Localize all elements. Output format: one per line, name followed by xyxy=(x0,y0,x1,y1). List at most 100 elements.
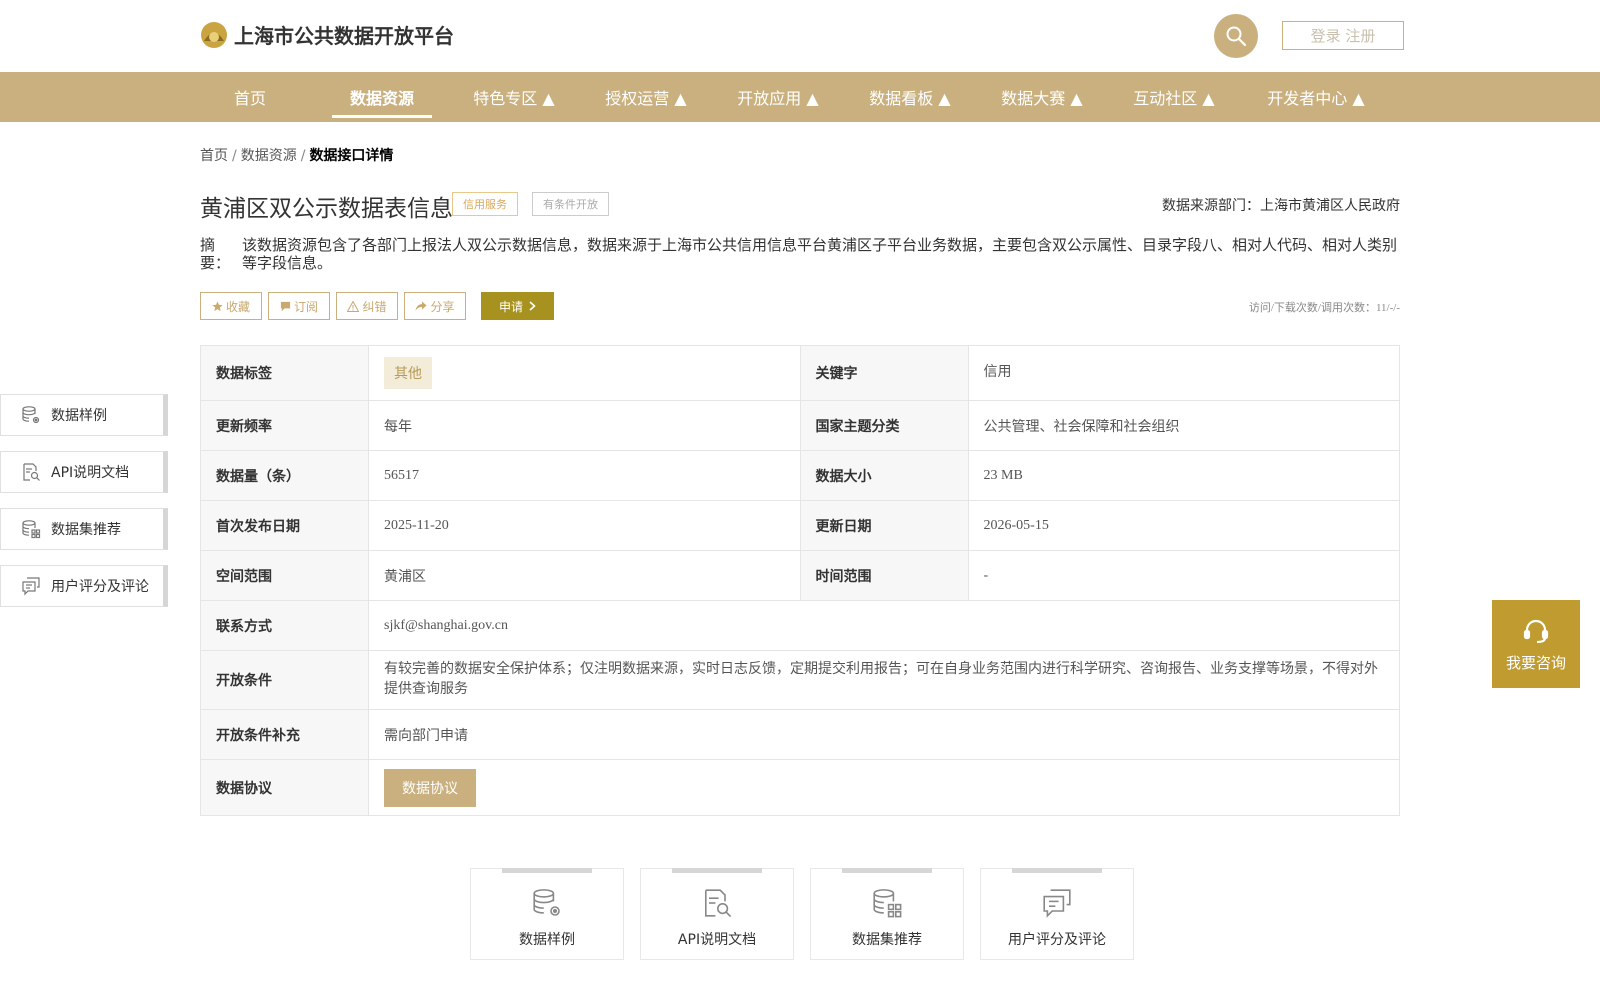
card-label: 数据样例 xyxy=(519,932,575,948)
share-button[interactable]: 分享 xyxy=(404,292,466,320)
count-label: 数据量（条） xyxy=(201,451,369,500)
side-nav-dataset-recommend[interactable]: 数据集推荐 xyxy=(0,508,168,550)
login-register-button[interactable]: 登录 注册 xyxy=(1282,21,1404,50)
first-publish-label: 首次发布日期 xyxy=(201,501,369,550)
share-icon xyxy=(415,301,427,311)
keyword-value: 信用 xyxy=(969,346,1400,400)
star-icon xyxy=(212,300,223,311)
consult-label: 我要咨询 xyxy=(1505,653,1566,672)
apply-label: 申请 xyxy=(498,299,523,314)
breadcrumb-resource[interactable]: 数据资源 xyxy=(241,148,297,164)
subscribe-label: 订阅 xyxy=(293,299,318,314)
national-theme-value: 公共管理、社会保障和社会组织 xyxy=(969,401,1400,450)
table-row: 数据量（条） 56517 数据大小 23 MB xyxy=(201,451,1400,501)
side-nav-rating-comments[interactable]: 用户评分及评论 xyxy=(0,565,168,607)
time-range-value: - xyxy=(969,551,1400,600)
side-nav-api-docs[interactable]: API说明文档 xyxy=(0,451,168,493)
breadcrumb-separator: / xyxy=(300,148,306,164)
contact-label: 联系方式 xyxy=(201,601,369,650)
nav-item-open-apps[interactable]: 开放应用 ▲ xyxy=(726,72,830,122)
keyword-label: 关键字 xyxy=(800,346,969,400)
logo-emblem-icon xyxy=(201,21,227,48)
card-top-bar xyxy=(502,868,592,873)
nav-item-special-zone[interactable]: 特色专区 ▲ xyxy=(462,72,566,122)
agreement-cell: 数据协议 xyxy=(369,760,1400,815)
card-dataset-recommend[interactable]: 数据集推荐 xyxy=(810,868,964,960)
table-row: 数据标签 其他 关键字 信用 xyxy=(201,346,1400,401)
subscribe-button[interactable]: 订阅 xyxy=(268,292,330,320)
card-rating-comments[interactable]: 用户评分及评论 xyxy=(980,868,1134,960)
table-row: 更新频率 每年 国家主题分类 公共管理、社会保障和社会组织 xyxy=(201,401,1400,451)
contact-value[interactable]: sjkf@shanghai.gov.cn xyxy=(369,601,1400,650)
nav-item-authorized-operation[interactable]: 授权运营 ▲ xyxy=(594,72,698,122)
top-header: 上海市公共数据开放平台 登录 注册 xyxy=(0,0,1600,72)
nav-item-home[interactable]: 首页 xyxy=(200,72,300,122)
card-top-bar xyxy=(672,868,762,873)
table-row: 首次发布日期 2025-11-20 更新日期 2026-05-15 xyxy=(201,501,1400,551)
side-nav-label: 数据样例 xyxy=(51,408,107,424)
flag-icon xyxy=(280,301,291,311)
time-range-label: 时间范围 xyxy=(800,551,969,600)
comment-icon xyxy=(1043,889,1071,918)
spatial-label: 空间范围 xyxy=(201,551,369,600)
info-table: 数据标签 其他 关键字 信用 更新频率 每年 国家主题分类 公共管理、社会保障和… xyxy=(200,345,1400,816)
first-publish-value: 2025-11-20 xyxy=(369,501,801,550)
database-grid-icon xyxy=(873,889,902,918)
card-top-bar xyxy=(1012,868,1102,873)
warning-icon xyxy=(347,300,360,312)
site-logo[interactable]: 上海市公共数据开放平台 xyxy=(200,20,454,49)
open-condition-value: 有较完善的数据安全保护体系；仅注明数据来源，实时日志反馈，定期提交利用报告；可在… xyxy=(369,651,1400,709)
consult-button[interactable]: 我要咨询 xyxy=(1492,600,1580,688)
update-date-value: 2026-05-15 xyxy=(969,501,1400,550)
search-button[interactable] xyxy=(1214,14,1258,58)
card-label: 用户评分及评论 xyxy=(1008,932,1106,948)
card-api-docs[interactable]: API说明文档 xyxy=(640,868,794,960)
nav-item-data-resources[interactable]: 数据资源 xyxy=(332,72,432,122)
nav-item-data-dashboard[interactable]: 数据看板 ▲ xyxy=(858,72,962,122)
count-value: 56517 xyxy=(369,451,801,500)
frequency-label: 更新频率 xyxy=(201,401,369,450)
side-nav-data-sample[interactable]: 数据样例 xyxy=(0,394,168,436)
favorite-label: 收藏 xyxy=(225,299,250,314)
national-theme-label: 国家主题分类 xyxy=(800,401,969,450)
nav-item-developer-center[interactable]: 开发者中心 ▲ xyxy=(1256,72,1376,122)
abstract: 摘 要： 该数据资源包含了各部门上报法人双公示数据信息，数据来源于上海市公共信用… xyxy=(200,236,1400,272)
data-tag-label: 数据标签 xyxy=(201,346,369,400)
side-nav-label: 数据集推荐 xyxy=(51,522,121,538)
nav-item-community[interactable]: 互动社区 ▲ xyxy=(1122,72,1226,122)
table-row: 开放条件 有较完善的数据安全保护体系；仅注明数据来源，实时日志反馈，定期提交利用… xyxy=(201,651,1400,710)
search-icon xyxy=(1226,26,1247,47)
size-label: 数据大小 xyxy=(800,451,969,500)
card-label: 数据集推荐 xyxy=(852,932,922,948)
table-row: 空间范围 黄浦区 时间范围 - xyxy=(201,551,1400,601)
data-tag-pill[interactable]: 其他 xyxy=(384,357,432,389)
open-condition-label: 开放条件 xyxy=(201,651,369,709)
open-condition-extra-label: 开放条件补充 xyxy=(201,710,369,759)
card-data-sample[interactable]: 数据样例 xyxy=(470,868,624,960)
database-gear-icon xyxy=(533,889,560,916)
breadcrumb: 首页 / 数据资源 / 数据接口详情 xyxy=(200,145,393,165)
database-gear-icon xyxy=(22,406,40,424)
tag-credit-service: 信用服务 xyxy=(452,192,518,216)
tag-conditional-open: 有条件开放 xyxy=(532,192,609,216)
apply-button[interactable]: 申请 xyxy=(481,292,554,320)
main-nav: 首页 数据资源 特色专区 ▲ 授权运营 ▲ 开放应用 ▲ 数据看板 ▲ 数据大赛… xyxy=(0,72,1600,122)
report-error-label: 纠错 xyxy=(362,299,387,314)
size-value: 23 MB xyxy=(969,451,1400,500)
breadcrumb-current: 数据接口详情 xyxy=(309,148,394,164)
breadcrumb-separator: / xyxy=(232,148,237,164)
open-condition-extra-value: 需向部门申请 xyxy=(369,710,1400,759)
data-tag-cell: 其他 xyxy=(369,346,801,400)
data-agreement-button[interactable]: 数据协议 xyxy=(384,768,476,807)
document-search-icon xyxy=(705,889,732,918)
favorite-button[interactable]: 收藏 xyxy=(200,292,262,320)
breadcrumb-home[interactable]: 首页 xyxy=(200,148,228,164)
abstract-text: 该数据资源包含了各部门上报法人双公示数据信息，数据来源于上海市公共信用信息平台黄… xyxy=(242,236,1398,272)
chevron-right-icon xyxy=(529,301,536,311)
report-error-button[interactable]: 纠错 xyxy=(336,292,398,320)
table-row: 数据协议 数据协议 xyxy=(201,760,1400,816)
nav-item-data-competition[interactable]: 数据大赛 ▲ xyxy=(990,72,1094,122)
abstract-label: 摘 要： xyxy=(200,236,231,272)
side-nav-label: API说明文档 xyxy=(51,465,130,481)
spatial-value: 黄浦区 xyxy=(369,551,801,600)
